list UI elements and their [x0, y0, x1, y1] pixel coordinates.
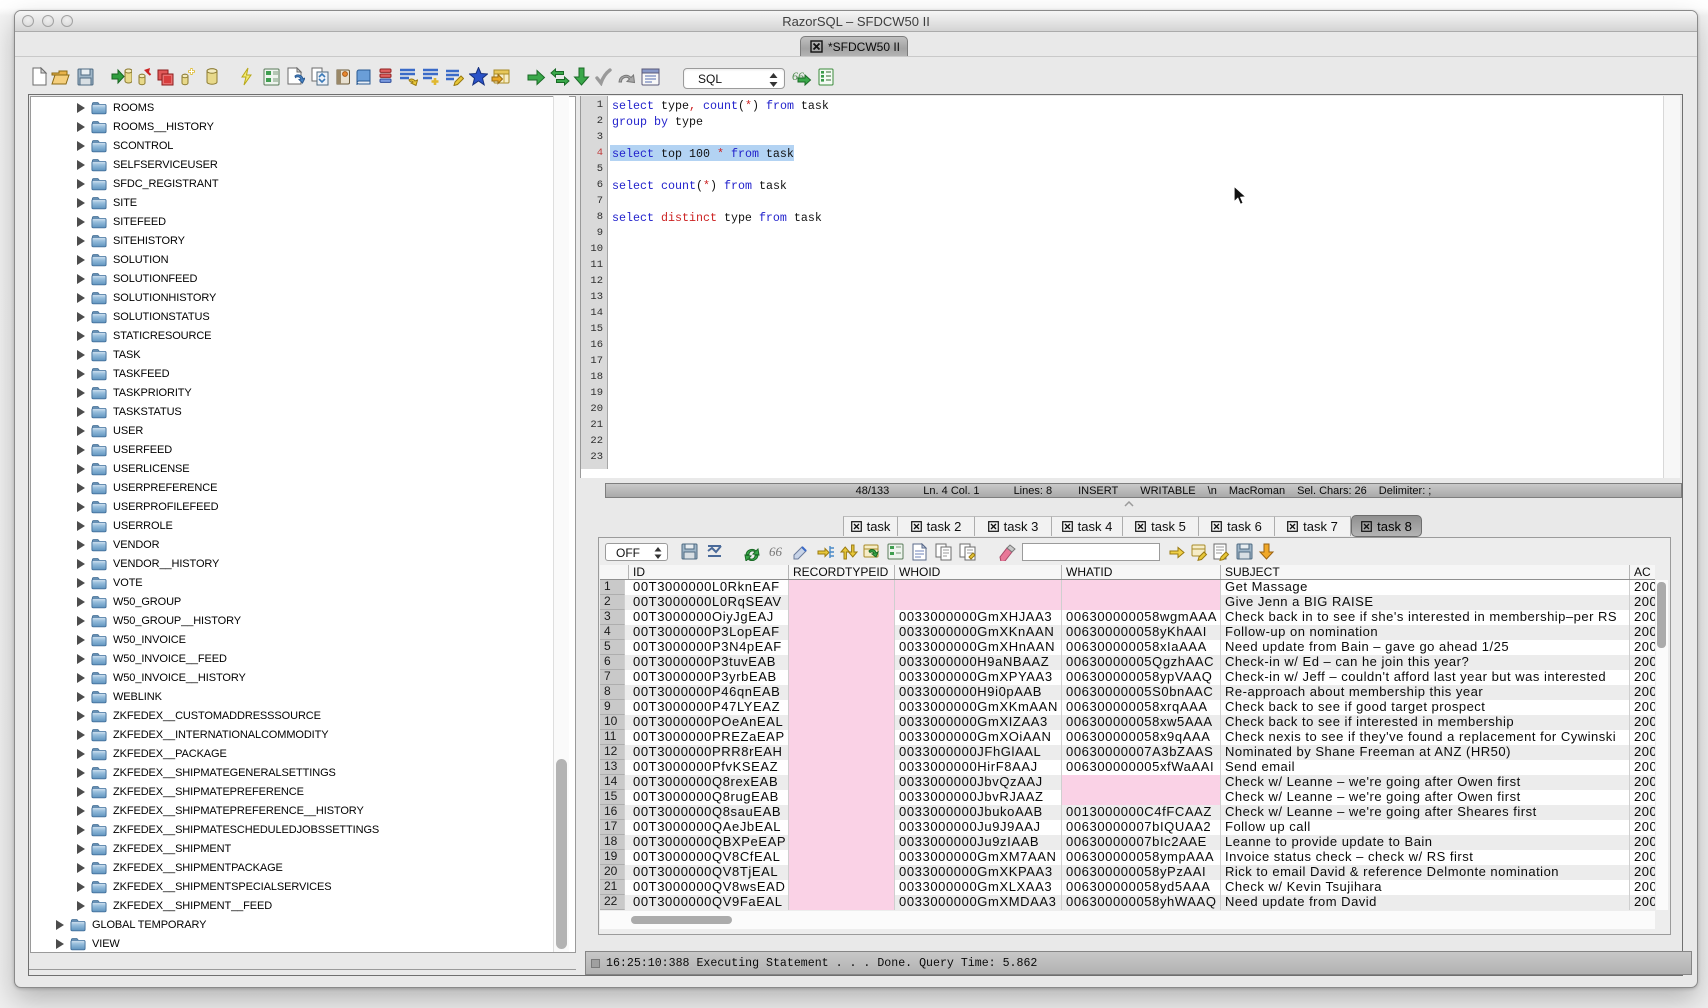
- svg-text:66: 66: [769, 544, 783, 559]
